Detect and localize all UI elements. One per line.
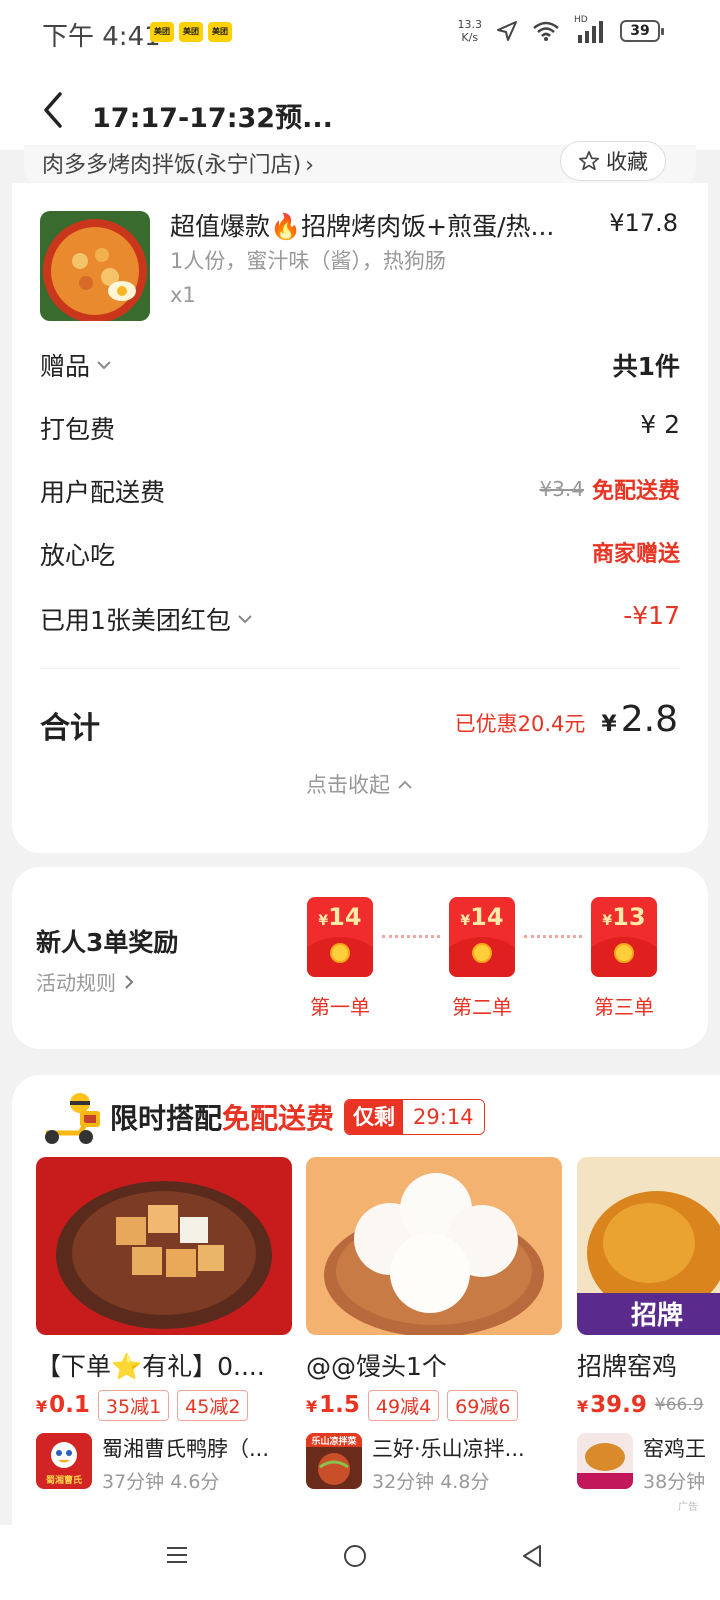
- third-order-label: 第三单: [594, 995, 654, 1019]
- shop-meta: 32分钟 4.8分: [372, 1471, 490, 1493]
- meituan-badge-icon: 美团: [179, 22, 203, 42]
- product-name: 【下单⭐有礼】0....: [36, 1352, 265, 1381]
- free-delivery-label: 免配送费: [591, 479, 680, 504]
- product-name: 招牌窑鸡: [577, 1352, 678, 1381]
- delivery-scooter-icon: [40, 1089, 106, 1145]
- product-image: [36, 1157, 292, 1335]
- shop-logo: 乐山凉拌菜: [306, 1433, 362, 1489]
- activity-rules-link[interactable]: 活动规则: [36, 967, 138, 996]
- promo-header: 限时搭配 免配送费 仅剩 29:14: [40, 1089, 485, 1145]
- menu-icon[interactable]: [165, 1543, 189, 1567]
- coupon-badge: 69减6: [447, 1389, 519, 1421]
- page-title: 17:17-17:32预...: [92, 103, 333, 134]
- shop-logo: 蜀湘曹氏: [36, 1433, 92, 1489]
- top-nav: 17:17-17:32预...: [0, 70, 720, 150]
- promo-title: 限时搭配: [110, 1102, 223, 1135]
- battery-icon: 39: [620, 20, 664, 42]
- original-price: ¥66.9: [654, 1395, 704, 1415]
- store-name-link[interactable]: 肉多多烤肉拌饭(永宁门店) ›: [42, 147, 314, 179]
- coupon-badge: 35减1: [97, 1389, 170, 1421]
- product-image: 招牌: [577, 1157, 720, 1335]
- promo-title-highlight: 免配送费: [222, 1102, 335, 1135]
- dish-price: ¥17.8: [609, 209, 678, 237]
- shop-name: 窑鸡王: [643, 1437, 706, 1461]
- dish-name: 超值爆款🔥招牌烤肉饭+煎蛋/热...: [170, 212, 555, 241]
- collapse-button[interactable]: 点击收起: [12, 769, 708, 799]
- star-icon: [579, 151, 599, 171]
- discount-text: 已优惠20.4元: [454, 712, 586, 736]
- back-arrow-icon[interactable]: [38, 90, 68, 130]
- shop-name: 蜀湘曹氏鸭脖（...: [102, 1437, 270, 1461]
- shop-logo: [577, 1433, 633, 1489]
- signal-icon: HD: [574, 15, 606, 43]
- price-row: ¥1.5 49减4 69减6: [306, 1387, 562, 1423]
- total-label: 合计: [40, 711, 100, 746]
- dotted-connector: [382, 935, 440, 938]
- home-icon[interactable]: [342, 1543, 368, 1569]
- red-envelope-icon: ¥14: [449, 897, 515, 977]
- location-icon: [497, 21, 517, 41]
- store-header: 肉多多烤肉拌饭(永宁门店) › 收藏: [24, 141, 696, 185]
- red-packet-row[interactable]: 已用1张美团红包 -¥17: [40, 601, 680, 641]
- countdown-timer: 仅剩 29:14: [344, 1099, 485, 1135]
- product-card[interactable]: @@馒头1个 ¥1.5 49减4 69减6 乐山凉拌菜 三好·乐山凉拌... 3…: [306, 1157, 562, 1494]
- dish-spec: 1人份，蜜汁味（酱），热狗肠: [170, 249, 446, 273]
- product-name: @@馒头1个: [306, 1352, 447, 1381]
- chevron-right-icon: ›: [305, 153, 314, 178]
- original-delivery-fee: ¥3.4: [539, 477, 584, 501]
- order-summary-card: 超值爆款🔥招牌烤肉饭+煎蛋/热... ¥17.8 1人份，蜜汁味（酱），热狗肠 …: [12, 183, 708, 853]
- divider: [40, 668, 680, 669]
- product-card[interactable]: 招牌 招牌窑鸡 ¥39.9 ¥66.9 窑鸡王 38分钟: [577, 1157, 720, 1494]
- reward-title: 新人3单奖励: [36, 928, 179, 957]
- second-order-label: 第二单: [452, 995, 512, 1019]
- shop-name: 三好·乐山凉拌...: [372, 1437, 525, 1461]
- newcomer-reward-card[interactable]: 新人3单奖励 活动规则 ¥14 ¥14 ¥13 第一单 第二单 第三单: [12, 867, 708, 1049]
- delivery-fee-row: 用户配送费 ¥3.4 免配送费: [40, 473, 680, 513]
- chevron-up-icon: [398, 780, 412, 789]
- product-card[interactable]: 【下单⭐有礼】0.... ¥0.1 35减1 45减2 蜀湘曹氏 蜀湘曹氏鸭脖（…: [36, 1157, 292, 1494]
- assurance-row: 放心吃 商家赠送: [40, 541, 680, 570]
- shop-meta: 37分钟 4.6分: [102, 1471, 220, 1493]
- price-row: ¥0.1 35减1 45减2: [36, 1387, 292, 1423]
- red-envelope-icon: ¥13: [591, 897, 657, 977]
- total-summary: 已优惠20.4元 ¥2.8: [455, 699, 678, 740]
- notification-badges: 美团 美团 美团: [150, 22, 232, 42]
- ad-label: 广告: [678, 1502, 698, 1513]
- shop-meta: 38分钟: [643, 1471, 706, 1493]
- net-speed: 13.3 K/s: [457, 18, 483, 44]
- packing-fee-row: 打包费 ¥ 2: [40, 410, 680, 444]
- dish-quantity: x1: [170, 283, 196, 307]
- coupon-badge: 49减4: [367, 1389, 440, 1421]
- gift-row[interactable]: 赠品 共1件: [40, 347, 680, 387]
- system-nav-bar: [0, 1525, 720, 1600]
- dotted-connector: [524, 935, 582, 938]
- back-icon[interactable]: [520, 1543, 544, 1569]
- coupon-badge: 45减2: [177, 1389, 249, 1421]
- product-image: [306, 1157, 562, 1335]
- status-indicators: 13.3 K/s HD 39: [457, 15, 664, 44]
- shop-info: 窑鸡王 38分钟: [577, 1433, 720, 1494]
- shop-info: 乐山凉拌菜 三好·乐山凉拌... 32分钟 4.8分: [306, 1433, 562, 1494]
- chevron-right-icon: [125, 974, 134, 989]
- status-time: 下午 4:41: [42, 22, 161, 52]
- price-row: ¥39.9 ¥66.9: [577, 1392, 704, 1418]
- wifi-icon: [533, 21, 559, 41]
- red-envelope-icon: ¥14: [307, 897, 373, 977]
- chevron-down-icon: [238, 615, 252, 624]
- total-price: ¥2.8: [601, 699, 678, 740]
- first-order-label: 第一单: [310, 995, 370, 1019]
- combo-promo-card: 限时搭配 免配送费 仅剩 29:14 【下单⭐有礼】0.... ¥0.1 35减1: [12, 1075, 720, 1525]
- dish-image: [40, 211, 150, 321]
- favorite-button[interactable]: 收藏: [560, 141, 666, 181]
- shop-info: 蜀湘曹氏 蜀湘曹氏鸭脖（... 37分钟 4.6分: [36, 1433, 292, 1494]
- chevron-down-icon: [97, 361, 111, 370]
- status-bar: 下午 4:41 美团 美团 美团 13.3 K/s HD 39: [0, 0, 720, 70]
- meituan-badge-icon: 美团: [208, 22, 232, 42]
- meituan-badge-icon: 美团: [150, 22, 174, 42]
